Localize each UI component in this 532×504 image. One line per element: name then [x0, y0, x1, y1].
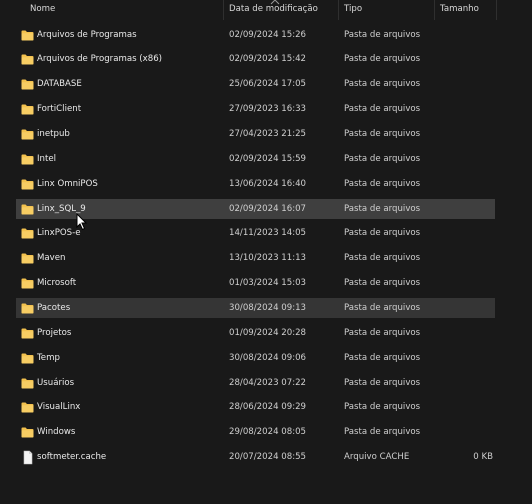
file-date: 25/06/2024 17:05: [229, 79, 307, 90]
folder-icon: [21, 402, 34, 413]
file-row[interactable]: Linx OmniPOS 13/06/2024 16:40 Pasta de arq…: [16, 174, 495, 194]
file-date: 13/10/2023 11:13: [229, 253, 307, 264]
file-date: 02/09/2024 15:42: [229, 54, 307, 65]
file-type: Pasta de arquivos: [344, 104, 421, 115]
file-type: Pasta de arquivos: [344, 327, 421, 338]
folder-icon: [21, 104, 34, 115]
file-date: 02/09/2024 16:07: [229, 203, 307, 214]
file-name: Temp: [37, 352, 60, 363]
file-type: Pasta de arquivos: [344, 178, 421, 189]
file-date: 02/09/2024 15:59: [229, 153, 307, 164]
folder-icon: [21, 228, 34, 239]
file-size: 0 KB: [473, 452, 493, 463]
file-name: inetpub: [37, 129, 70, 139]
file-name: Projetos: [37, 327, 72, 338]
file-type: Pasta de arquivos: [344, 377, 421, 388]
file-name: FortiClient: [37, 104, 82, 115]
file-type: Pasta de arquivos: [344, 29, 421, 40]
file-type: Pasta de arquivos: [344, 278, 421, 289]
folder-icon: [21, 54, 34, 65]
file-name: Intel: [37, 153, 57, 164]
file-row[interactable]: Temp 30/08/2024 09:06 Pasta de arquivos: [16, 348, 495, 368]
folder-icon: [21, 79, 34, 90]
file-type: Arquivo CACHE: [344, 452, 410, 463]
file-date: 01/03/2024 15:03: [229, 278, 307, 289]
file-row[interactable]: softmeter.cache 20/07/2024 08:55 Arquivo C…: [16, 447, 495, 467]
folder-icon: [21, 378, 34, 389]
column-header-type[interactable]: Tipo: [344, 0, 362, 20]
file-date: 30/08/2024 09:13: [229, 302, 307, 313]
folder-icon: [21, 30, 34, 41]
file-type: Pasta de arquivos: [344, 402, 421, 413]
file-date: 14/11/2023 14:05: [229, 228, 307, 239]
file-row[interactable]: Intel 02/09/2024 15:59 Pasta de arquivos: [16, 149, 495, 169]
file-icon: [21, 450, 34, 465]
folder-icon: [21, 154, 34, 165]
column-header-size[interactable]: Tamanho: [440, 0, 479, 20]
file-date: 29/08/2024 08:05: [229, 427, 307, 438]
file-row[interactable]: DATABASE 25/06/2024 17:05 Pasta de arquivo…: [16, 74, 495, 94]
column-header-date[interactable]: Data de modificação: [229, 0, 318, 20]
column-divider[interactable]: [434, 0, 435, 20]
file-row[interactable]: FortiClient 27/09/2023 16:33 Pasta de arqu…: [16, 99, 495, 119]
file-name: Pacotes: [37, 302, 71, 313]
file-row[interactable]: inetpub 27/04/2023 21:25 Pasta de arquivos: [16, 124, 495, 144]
file-date: 27/09/2023 16:33: [229, 104, 307, 115]
file-type: Pasta de arquivos: [344, 427, 421, 438]
file-name: Usuários: [37, 377, 75, 388]
file-name: Windows: [37, 427, 76, 438]
file-date: 30/08/2024 09:06: [229, 352, 307, 363]
file-name: Arquivos de Programas: [37, 29, 137, 40]
file-date: 02/09/2024 15:26: [229, 29, 307, 40]
file-name: DATABASE: [37, 79, 82, 90]
file-date: 13/06/2024 16:40: [229, 178, 307, 189]
file-name: Linx OmniPOS: [37, 178, 98, 189]
column-divider[interactable]: [496, 0, 497, 20]
file-row[interactable]: Usuários 28/04/2023 07:22 Pasta de arquivo…: [16, 373, 495, 393]
file-type: Pasta de arquivos: [344, 352, 421, 363]
file-row[interactable]: Arquivos de Programas (x86) 02/09/2024 15…: [16, 49, 495, 69]
folder-icon: [21, 353, 34, 364]
file-date: 01/09/2024 20:28: [229, 327, 307, 338]
file-row[interactable]: VisualLinx 28/06/2024 09:29 Pasta de arqui…: [16, 397, 495, 417]
file-row[interactable]: Projetos 01/09/2024 20:28 Pasta de arquivo…: [16, 323, 495, 343]
file-name: Microsoft: [37, 278, 77, 289]
folder-icon: [21, 204, 34, 215]
column-divider[interactable]: [223, 0, 224, 20]
file-name: softmeter.cache: [37, 452, 107, 463]
column-header: Nome Data de modificação Tipo Tamanho: [0, 0, 532, 20]
file-name: Arquivos de Programas (x86): [37, 54, 163, 65]
file-row[interactable]: Maven 13/10/2023 11:13 Pasta de arquivos: [16, 248, 495, 268]
file-row[interactable]: Microsoft 01/03/2024 15:03 Pasta de arquiv…: [16, 273, 495, 293]
file-row[interactable]: Pacotes 30/08/2024 09:13 Pasta de arquivos: [16, 297, 495, 318]
file-type: Pasta de arquivos: [344, 129, 421, 139]
file-row[interactable]: Arquivos de Programas 02/09/2024 15:26 Pas…: [16, 25, 495, 45]
folder-icon: [21, 427, 34, 438]
file-type: Pasta de arquivos: [344, 253, 421, 264]
file-name: VisualLinx: [37, 402, 81, 413]
folder-icon: [21, 278, 34, 289]
file-date: 20/07/2024 08:55: [229, 452, 307, 463]
file-name: LinxPOS-e: [37, 228, 81, 239]
column-header-name[interactable]: Nome: [30, 0, 55, 20]
file-date: 27/04/2023 21:25: [229, 129, 307, 139]
folder-icon: [21, 328, 34, 339]
folder-icon: [21, 303, 34, 314]
folder-icon: [21, 129, 34, 140]
file-type: Pasta de arquivos: [344, 54, 421, 65]
file-type: Pasta de arquivos: [344, 228, 421, 239]
file-type: Pasta de arquivos: [344, 153, 421, 164]
folder-icon: [21, 253, 34, 264]
file-date: 28/04/2023 07:22: [229, 377, 307, 388]
mouse-cursor-icon: [76, 213, 88, 231]
file-date: 28/06/2024 09:29: [229, 402, 307, 413]
folder-icon: [21, 179, 34, 190]
file-type: Pasta de arquivos: [344, 203, 421, 214]
column-divider[interactable]: [338, 0, 339, 20]
file-type: Pasta de arquivos: [344, 302, 421, 313]
file-name: Maven: [37, 253, 66, 264]
file-row[interactable]: Windows 29/08/2024 08:05 Pasta de arquivos: [16, 422, 495, 442]
file-type: Pasta de arquivos: [344, 79, 421, 90]
